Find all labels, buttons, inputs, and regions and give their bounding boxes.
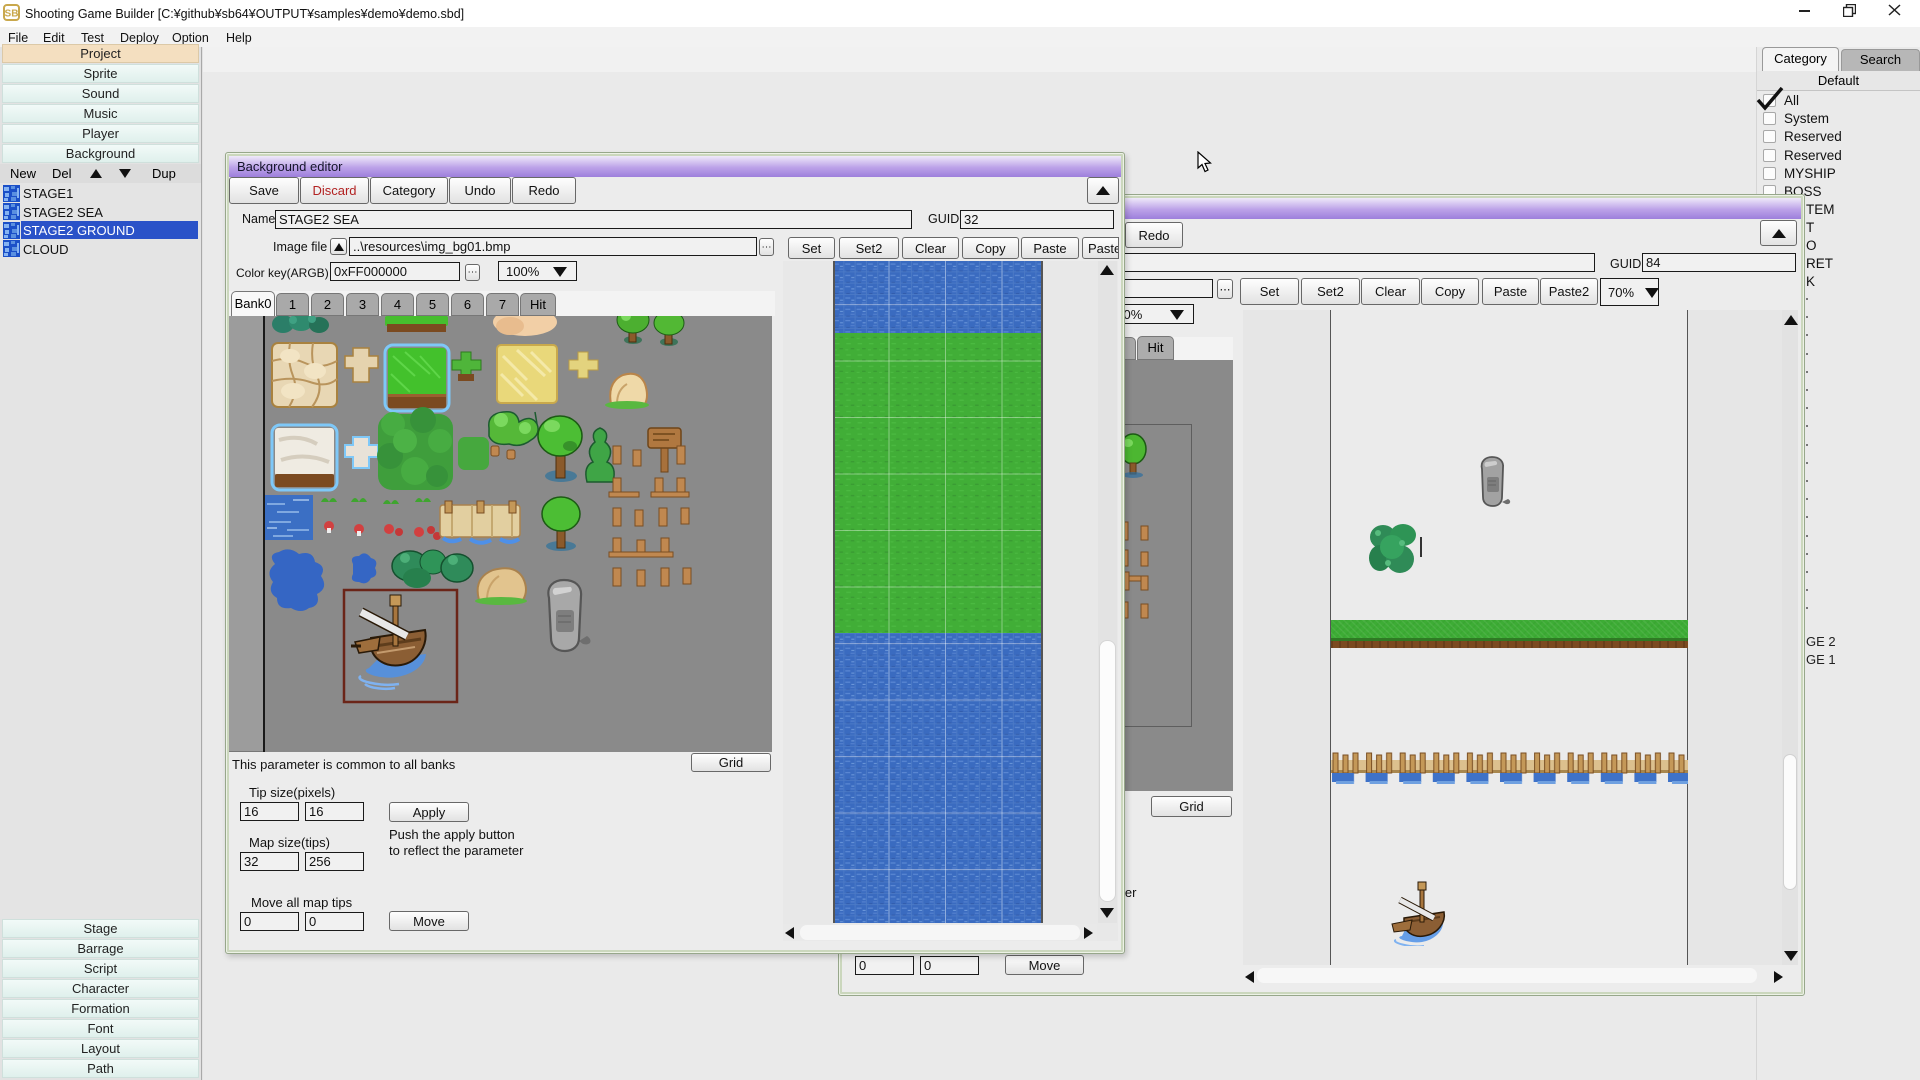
svg-text:SB: SB [5,9,19,20]
